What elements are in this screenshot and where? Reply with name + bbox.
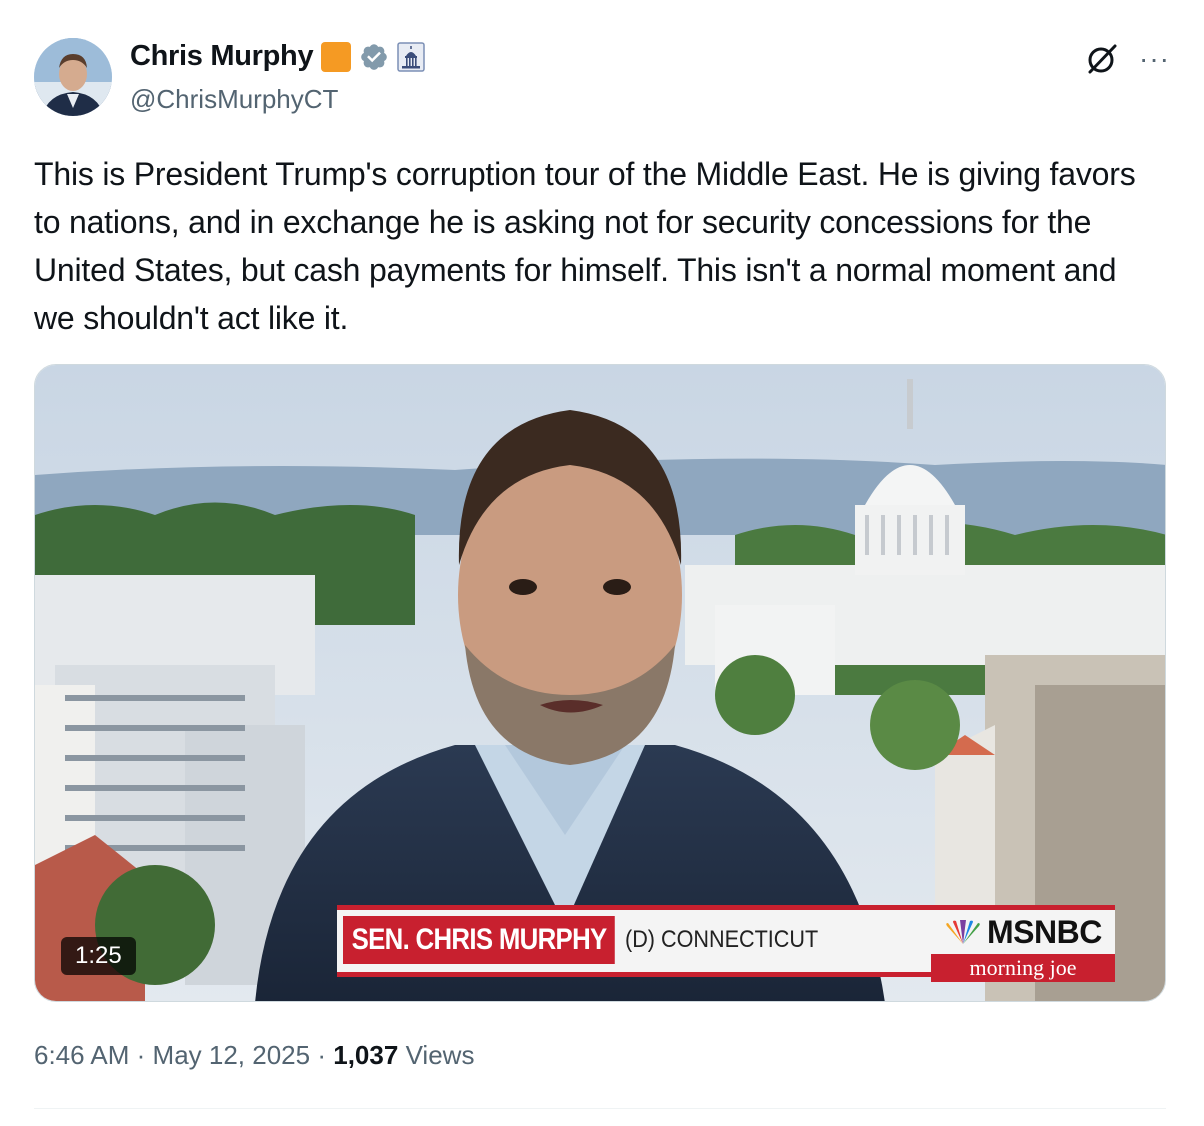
chyron-name: SEN. CHRIS MURPHY [343,916,616,964]
meta-separator: · [136,1040,146,1070]
news-chyron: SEN. CHRIS MURPHY (D) CONNECTICUT MSNBC … [337,905,1115,982]
meta-separator: · [317,1040,327,1070]
views-label: Views [405,1040,475,1070]
tweet-date[interactable]: May 12, 2025 [153,1040,311,1070]
tweet-header: Chris Murphy @ChrisMurphyCT ··· [34,38,1170,118]
more-options-icon[interactable]: ··· [1139,45,1170,73]
handle[interactable]: @ChrisMurphyCT [130,84,338,115]
orange-square-icon [321,41,352,72]
tweet-time[interactable]: 6:46 AM [34,1040,129,1070]
video-player[interactable]: SEN. CHRIS MURPHY (D) CONNECTICUT MSNBC … [34,364,1166,1002]
peacock-icon [946,919,980,944]
show-name: morning joe [931,954,1115,982]
avatar[interactable] [34,38,112,116]
chyron-state: (D) CONNECTICUT [625,926,819,953]
video-duration: 1:25 [61,937,136,975]
grok-icon[interactable] [1085,42,1119,76]
network-name: MSNBC [987,914,1102,950]
display-name[interactable]: Chris Murphy [130,40,314,73]
top-actions: ··· [1085,42,1170,76]
capitol-icon [397,41,426,72]
divider [34,1108,1166,1109]
views-count: 1,037 [333,1040,399,1070]
network-logo: MSNBC [943,914,1102,951]
tweet-meta: 6:46 AM · May 12, 2025 · 1,037 Views [34,1040,474,1071]
verified-badge-icon[interactable] [359,42,389,72]
tweet-text: This is President Trump's corruption tou… [34,156,1136,336]
name-row: Chris Murphy [130,40,426,73]
